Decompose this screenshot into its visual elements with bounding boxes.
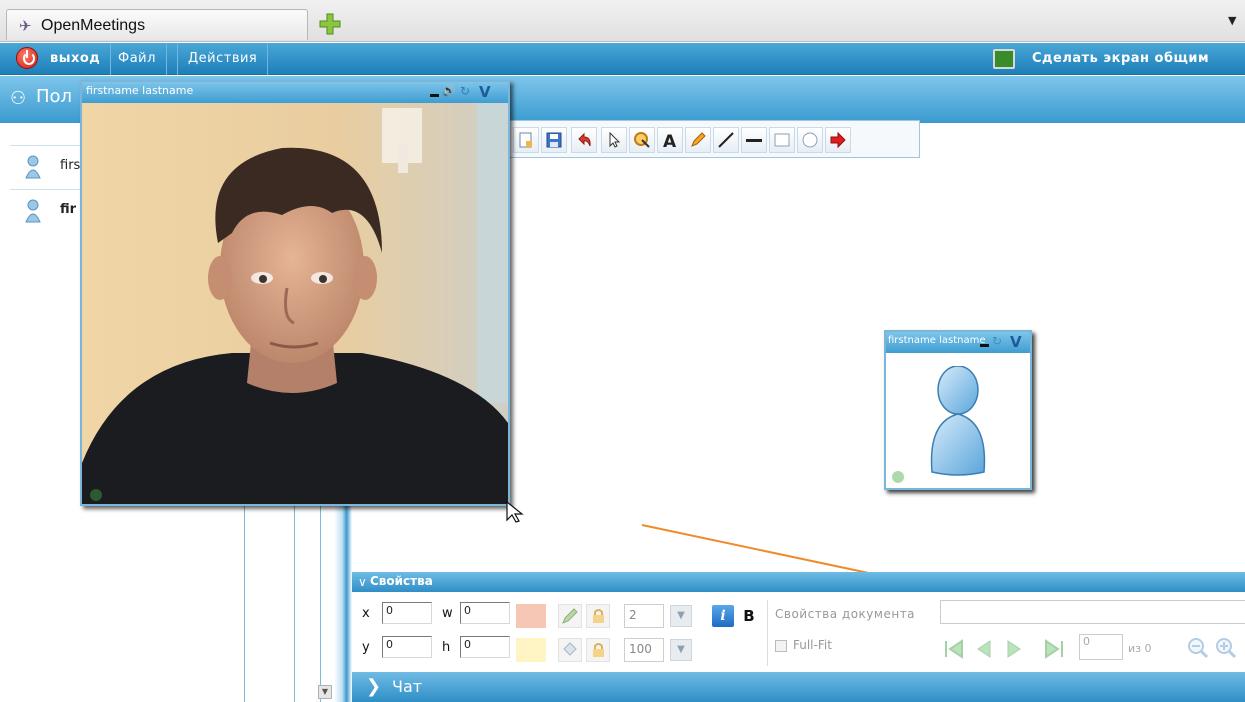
bold-button[interactable]: B	[738, 605, 760, 627]
webcam-video-feed	[82, 103, 508, 504]
tab-title: OpenMeetings	[41, 17, 146, 34]
properties-separator	[767, 600, 768, 666]
microphone-level-icon	[90, 489, 102, 501]
fill-color-swatch[interactable]	[516, 638, 546, 662]
pencil-icon[interactable]	[558, 604, 582, 628]
underline-icon[interactable]	[741, 127, 767, 153]
lock-icon[interactable]	[586, 604, 610, 628]
properties-title: Свойства	[370, 574, 433, 588]
user-avatar-icon	[25, 155, 41, 179]
ellipse-icon[interactable]	[797, 127, 823, 153]
italic-button[interactable]: i	[712, 605, 734, 627]
last-page-icon[interactable]	[1042, 638, 1068, 662]
video-window-titlebar[interactable]: firstname lastname ↻ V	[886, 332, 1030, 353]
line-icon[interactable]	[713, 127, 739, 153]
properties-panel: x 0 w 0 y 0 h 0 2 ▼ 100 ▼ i B Свойства д…	[352, 592, 1245, 668]
lock-icon[interactable]	[586, 638, 610, 662]
document-name-field[interactable]	[940, 600, 1245, 624]
speaker-icon[interactable]: 🔊	[442, 84, 458, 100]
reconnect-icon[interactable]: ↻	[460, 84, 476, 100]
video-window-title: firstname lastname	[86, 84, 194, 97]
whiteboard-toolbar: A	[508, 120, 920, 158]
minimize-icon[interactable]	[980, 335, 990, 349]
line-width-field[interactable]: 2	[624, 604, 664, 628]
video-window-small[interactable]: firstname lastname ↻ V	[884, 330, 1032, 490]
user-avatar-icon	[25, 199, 41, 223]
minimize-icon[interactable]	[430, 85, 440, 99]
pencil-icon[interactable]	[685, 127, 711, 153]
power-icon[interactable]	[16, 47, 38, 69]
menu-exit[interactable]: выход	[42, 43, 112, 75]
paint-bucket-icon[interactable]	[558, 638, 582, 662]
share-screen-button[interactable]: Сделать экран общим	[1032, 43, 1209, 74]
reconnect-icon[interactable]: ↻	[992, 334, 1008, 350]
browser-tab-bar: ✈ OpenMeetings ▼	[0, 0, 1245, 42]
line-width-dropdown[interactable]: ▼	[670, 605, 692, 627]
menu-actions[interactable]: Действия	[177, 43, 269, 75]
zoom-in-icon[interactable]	[1214, 636, 1240, 660]
users-panel-title: Пол	[36, 86, 73, 107]
chat-bar[interactable]: ❯ Чат	[352, 672, 1245, 702]
chevron-right-icon[interactable]: ❯	[366, 676, 381, 697]
previous-page-icon[interactable]	[972, 638, 998, 662]
chevron-down-icon[interactable]: V	[479, 83, 497, 101]
plus-icon[interactable]	[318, 12, 344, 36]
screen-share-icon[interactable]	[993, 49, 1015, 69]
undo-icon[interactable]	[571, 127, 597, 153]
h-label: h	[442, 640, 451, 655]
x-label: x	[362, 606, 370, 621]
tab-list-dropdown-icon[interactable]: ▼	[1228, 14, 1242, 28]
fullfit-checkbox[interactable]	[775, 640, 787, 652]
openmeetings-logo-icon: ✈	[19, 17, 32, 35]
mouse-cursor-icon	[506, 500, 524, 523]
text-tool-icon[interactable]: A	[657, 127, 683, 153]
new-document-icon[interactable]	[513, 127, 539, 153]
microphone-level-icon	[892, 471, 904, 483]
arrow-icon[interactable]	[825, 127, 851, 153]
y-label: y	[362, 640, 370, 655]
video-window-main[interactable]: firstname lastname 🔊 ↻ V	[80, 80, 510, 506]
y-field[interactable]: 0	[382, 636, 432, 658]
first-page-icon[interactable]	[942, 638, 968, 662]
user-placeholder-icon	[930, 366, 986, 476]
w-field[interactable]: 0	[460, 602, 510, 624]
h-field[interactable]: 0	[460, 636, 510, 658]
menu-file[interactable]: Файл	[108, 43, 167, 75]
svg-text:A: A	[663, 132, 677, 149]
video-window-titlebar[interactable]: firstname lastname 🔊 ↻ V	[82, 82, 508, 103]
user-name: firs	[60, 158, 81, 173]
scroll-down-icon[interactable]: ▼	[318, 685, 332, 699]
chevron-down-icon[interactable]: ∨	[358, 572, 367, 592]
line-color-swatch[interactable]	[516, 604, 546, 628]
properties-header[interactable]: ∨ Свойства	[352, 572, 1245, 592]
w-label: w	[442, 606, 453, 621]
user-name: fir	[60, 202, 77, 217]
fullfit-label: Full-Fit	[793, 638, 832, 652]
chevron-down-icon[interactable]: V	[1010, 333, 1028, 351]
page-number-field[interactable]: 0	[1079, 634, 1123, 660]
users-icon: ⚇	[10, 88, 27, 109]
save-icon[interactable]	[541, 127, 567, 153]
document-properties-label: Свойства документа	[775, 607, 916, 621]
next-page-icon[interactable]	[1002, 638, 1028, 662]
pointer-icon[interactable]	[601, 127, 627, 153]
zoom-icon[interactable]	[629, 127, 655, 153]
x-field[interactable]: 0	[382, 602, 432, 624]
whiteboard-drawn-line	[641, 524, 879, 576]
browser-tab[interactable]: ✈ OpenMeetings	[6, 9, 308, 40]
opacity-field[interactable]: 100	[624, 638, 664, 662]
page-count-label: из 0	[1128, 642, 1152, 655]
chat-title: Чат	[392, 677, 423, 696]
opacity-dropdown[interactable]: ▼	[670, 639, 692, 661]
app-menu-bar: выход Файл Действия Сделать экран общим	[0, 43, 1245, 75]
rectangle-icon[interactable]	[769, 127, 795, 153]
zoom-out-icon[interactable]	[1186, 636, 1212, 660]
